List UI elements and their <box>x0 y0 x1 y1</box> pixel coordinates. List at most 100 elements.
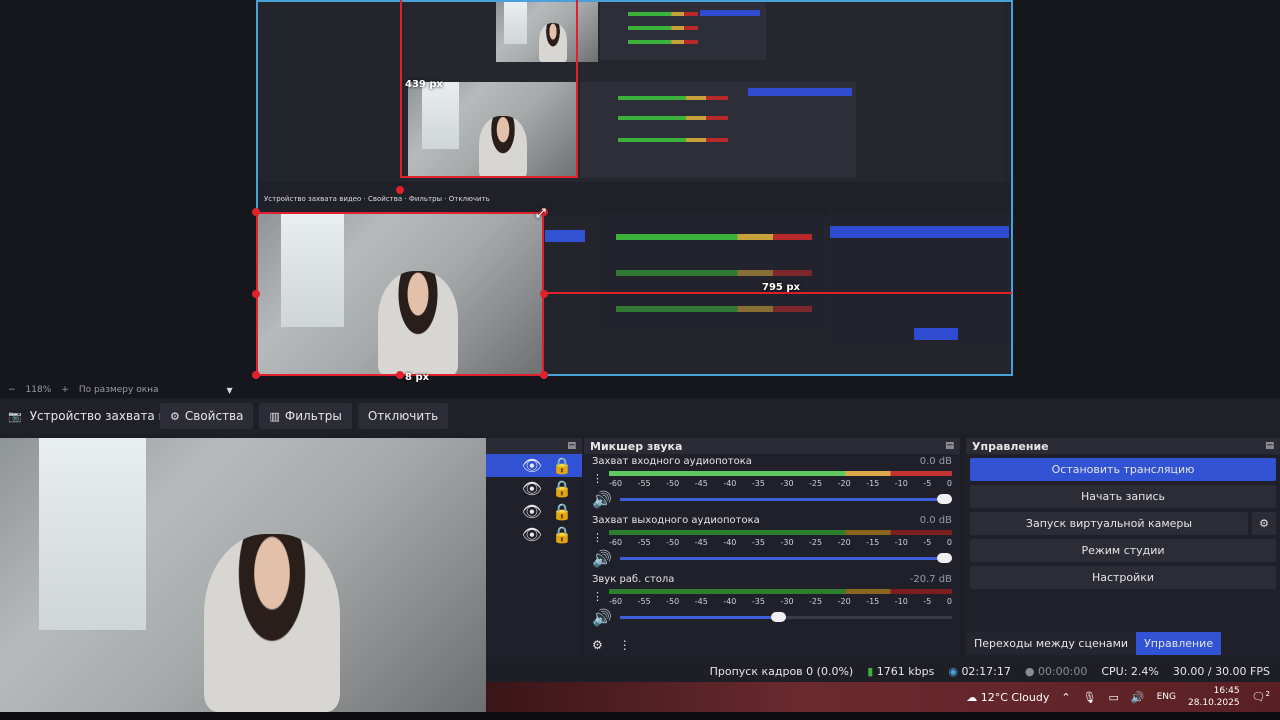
preview-area[interactable]: Устройство захвата видео · Свойства · Фи… <box>0 0 1280 383</box>
mixer-menu-icon[interactable]: ⋮ <box>619 638 631 652</box>
volume-slider-knob[interactable] <box>937 553 952 563</box>
volume-meter: -60 -55 -50 -45 -40 -35 -30 -25 -20 -15 -10 -5 0 <box>609 528 952 547</box>
resize-handle[interactable] <box>252 371 260 379</box>
source-name: Устройство захвата видео <box>29 409 160 423</box>
virtual-camera-button[interactable]: Запуск виртуальной камеры <box>970 512 1248 535</box>
meter-tick-label: -25 <box>809 538 823 547</box>
camera-icon: 📷 <box>8 409 22 423</box>
settings-button[interactable]: Настройки <box>970 566 1276 589</box>
source-row[interactable]: 👁 🔒 <box>486 523 582 546</box>
properties-button[interactable]: ⚙ Свойства <box>160 403 254 429</box>
channel-header: Захват выходного аудиопотока 0.0 dB <box>592 513 952 526</box>
dock-menu-icon[interactable]: ▤ <box>1265 441 1274 451</box>
channel-menu-icon[interactable]: ⋮ <box>592 472 603 485</box>
lock-icon[interactable]: 🔒 <box>552 502 572 521</box>
meter-tick-label: -60 <box>609 479 623 488</box>
eye-icon[interactable]: 👁 <box>522 502 542 521</box>
studio-mode-button[interactable]: Режим студии <box>970 539 1276 562</box>
language-indicator[interactable]: ENG <box>1157 692 1176 702</box>
source-row[interactable]: 👁 🔒 <box>486 477 582 500</box>
meter-tick-label: 0 <box>946 479 952 488</box>
dock-menu-icon[interactable]: ▤ <box>567 441 576 451</box>
nested-controls <box>828 212 1011 342</box>
resize-handle[interactable] <box>540 290 548 298</box>
start-record-button[interactable]: Начать запись <box>970 485 1276 508</box>
lock-icon[interactable]: 🔒 <box>552 456 572 475</box>
stop-stream-button[interactable]: Остановить трансляцию <box>970 458 1276 481</box>
cloud-icon: ☁ <box>966 690 978 704</box>
resize-handle[interactable] <box>396 186 404 194</box>
volume-slider-knob[interactable] <box>770 612 786 622</box>
eye-icon[interactable]: 👁 <box>522 456 542 475</box>
volume-slider[interactable] <box>619 612 952 622</box>
microphone-icon[interactable]: 🎙 <box>1083 691 1097 704</box>
clock[interactable]: 16:45 28.10.2025 <box>1188 685 1240 709</box>
speaker-icon[interactable]: 🔊 <box>592 490 612 509</box>
chevron-up-icon[interactable]: ⌃ <box>1061 691 1070 704</box>
meter-tick-label: -5 <box>923 597 932 606</box>
clock-time: 16:45 <box>1213 686 1240 696</box>
resize-handle[interactable] <box>252 290 260 298</box>
controls-dock: Управление ▤ Остановить трансляцию Начат… <box>966 438 1280 658</box>
meter-tick-label: -55 <box>637 597 651 606</box>
meter-tick-label: -35 <box>751 597 765 606</box>
lock-icon[interactable]: 🔒 <box>552 525 572 544</box>
zoom-in-button[interactable]: + <box>61 385 69 395</box>
zoom-out-button[interactable]: − <box>8 385 16 395</box>
volume-slider[interactable] <box>619 494 952 504</box>
resize-handle[interactable] <box>540 371 548 379</box>
nested-mixer <box>602 212 824 332</box>
caret-down-icon[interactable]: ▼ <box>227 386 233 395</box>
source-row[interactable]: 👁 🔒 <box>486 500 582 523</box>
weather-widget[interactable]: ☁ 12°C Cloudy <box>966 691 1049 704</box>
channel-name: Захват выходного аудиопотока <box>592 515 760 526</box>
meter-tick-label: -5 <box>923 538 932 547</box>
volume-slider[interactable] <box>619 553 952 563</box>
channel-menu-icon[interactable]: ⋮ <box>592 590 603 603</box>
meter-tick-label: 0 <box>946 538 952 547</box>
notifications-icon[interactable]: 🗨2 <box>1252 690 1270 704</box>
meter-tick-label: -30 <box>780 597 794 606</box>
disable-button[interactable]: Отключить <box>357 403 449 429</box>
advanced-audio-gear-icon[interactable]: ⚙ <box>592 638 603 652</box>
meter-tick-label: -55 <box>637 479 651 488</box>
meter-tick-label: -40 <box>723 597 737 606</box>
lock-icon[interactable]: 🔒 <box>552 479 572 498</box>
nested-toolbar-text: Устройство захвата видео · Свойства · Фи… <box>264 195 490 203</box>
source-toolbar: 📷 Устройство захвата видео ⚙ Свойства ▥ … <box>0 398 1280 434</box>
resize-handle[interactable] <box>252 208 260 216</box>
meter-tick-label: -15 <box>866 538 880 547</box>
meter-ticks: -60 -55 -50 -45 -40 -35 -30 -25 -20 -15 -10 -5 0 <box>609 538 952 547</box>
volume-meter: -60 -55 -50 -45 -40 -35 -30 -25 -20 -15 -10 -5 0 <box>609 587 952 606</box>
eye-icon[interactable]: 👁 <box>522 479 542 498</box>
filters-button[interactable]: ▥ Фильтры <box>259 403 352 429</box>
meter-tick-label: -20 <box>837 479 851 488</box>
selection-frame-bottom[interactable] <box>256 212 544 376</box>
resize-handle[interactable] <box>396 371 404 379</box>
dock-menu-icon[interactable]: ▤ <box>945 441 954 451</box>
tab-scene-transitions[interactable]: Переходы между сценами <box>966 632 1137 655</box>
meter-tick-label: -25 <box>809 597 823 606</box>
filters-label: Фильтры <box>284 409 342 423</box>
bitrate: ▮ 1761 kbps <box>867 664 935 678</box>
virtual-camera-settings-icon[interactable]: ⚙ <box>1252 512 1276 535</box>
eye-icon[interactable]: 👁 <box>522 525 542 544</box>
channel-db: 0.0 dB <box>919 515 952 526</box>
meter-tick-label: -20 <box>837 597 851 606</box>
volume-slider-knob[interactable] <box>937 494 952 504</box>
meter-tick-label: -20 <box>837 538 851 547</box>
cpu-usage: CPU: 2.4% <box>1101 664 1159 678</box>
meter-tick-label: -50 <box>666 479 680 488</box>
fit-to-window[interactable]: По размеру окна <box>79 385 159 395</box>
speaker-icon[interactable]: 🔊 <box>592 608 612 627</box>
meter-tick-label: -30 <box>780 479 794 488</box>
network-icon[interactable]: ▭ <box>1109 691 1119 704</box>
meter-tick-label: -45 <box>694 597 708 606</box>
speaker-icon[interactable]: 🔊 <box>1131 691 1145 704</box>
channel-menu-icon[interactable]: ⋮ <box>592 531 603 544</box>
speaker-icon[interactable]: 🔊 <box>592 549 612 568</box>
channel-header: Звук раб. стола -20.7 dB <box>592 572 952 585</box>
volume-meter: -60 -55 -50 -45 -40 -35 -30 -25 -20 -15 -10 -5 0 <box>609 469 952 488</box>
source-row[interactable]: 👁 🔒 <box>486 454 582 477</box>
tab-controls[interactable]: Управление <box>1136 632 1222 655</box>
